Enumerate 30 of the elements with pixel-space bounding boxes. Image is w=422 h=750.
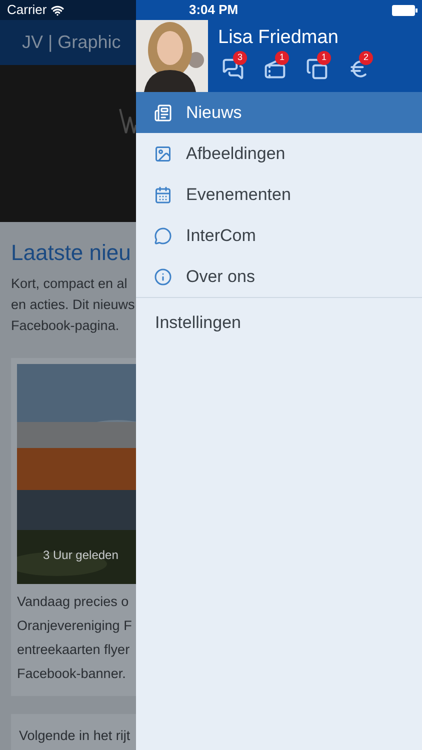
settings-item[interactable]: Instellingen — [136, 298, 422, 348]
logo-icon — [118, 107, 136, 135]
tickets-icon[interactable] — [264, 58, 286, 80]
count-badge: 1 — [275, 51, 289, 65]
battery-icon — [392, 4, 418, 16]
post-text: Vandaag precies o Oranjevereniging F entreekaarten flyer Facebook-banner. — [17, 593, 133, 683]
carrier-label: Carrier — [7, 1, 47, 20]
menu-item[interactable]: Evenementen — [136, 174, 422, 215]
newspaper-icon — [154, 104, 172, 122]
page-heading: Laatste nieu — [11, 239, 132, 267]
post-time: 3 Uur geleden — [43, 547, 118, 564]
documents-icon[interactable] — [306, 58, 328, 80]
count-badge: 1 — [317, 51, 331, 65]
info-icon — [154, 268, 172, 286]
user-name: Lisa Friedman — [218, 26, 340, 50]
count-badge: 2 — [359, 51, 373, 65]
wifi-icon — [50, 4, 64, 16]
menu-item[interactable]: Afbeeldingen — [136, 133, 422, 174]
image-icon — [154, 144, 172, 162]
status-time: 3:04 PM — [189, 1, 238, 20]
app-title: JV | Graphic — [22, 31, 121, 54]
intro-text: Kort, compact en al en acties. Dit nieuws Facebook-pagina. — [11, 275, 136, 335]
menu-item[interactable]: Nieuws — [136, 92, 422, 133]
menu-item[interactable]: Over ons — [136, 256, 422, 297]
chat-bubble-icon — [154, 226, 172, 244]
avatar — [136, 20, 208, 92]
next-post-title: Volgende in het rijt — [19, 728, 130, 743]
count-badge: 3 — [233, 51, 247, 65]
menu-item[interactable]: InterCom — [136, 215, 422, 256]
calendar-icon — [154, 186, 172, 204]
